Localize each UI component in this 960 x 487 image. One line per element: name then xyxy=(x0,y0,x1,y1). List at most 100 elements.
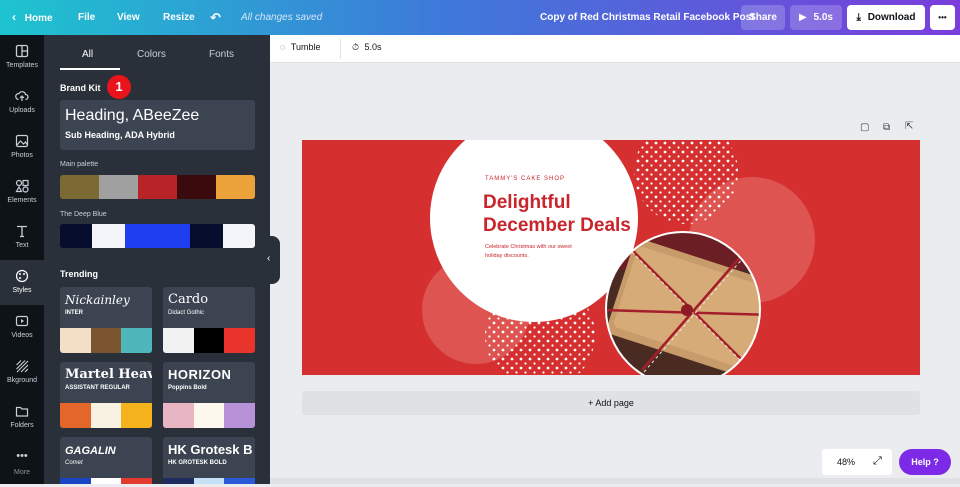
style-swatch xyxy=(91,478,121,484)
style-swatch xyxy=(224,403,255,428)
style-swatch xyxy=(224,478,255,484)
nav-background[interactable]: Bkground xyxy=(0,350,44,395)
nav-folders[interactable]: Folders xyxy=(0,395,44,440)
nav-templates[interactable]: Templates xyxy=(0,35,44,80)
play-icon: ▶ xyxy=(799,12,807,23)
style-swatch xyxy=(194,403,224,428)
zoom-level[interactable]: 48% xyxy=(837,457,855,467)
tab-colors[interactable]: Colors xyxy=(137,49,166,60)
palette-swatch[interactable] xyxy=(177,175,216,199)
tab-all[interactable]: All xyxy=(82,49,93,60)
style-subtitle: Poppins Bold xyxy=(168,385,207,391)
add-page-button[interactable]: + Add page xyxy=(302,391,920,415)
file-menu[interactable]: File xyxy=(78,0,95,35)
nav-label: Elements xyxy=(7,197,37,204)
trending-style-card[interactable]: Martel Heav ASSISTANT REGULAR xyxy=(60,362,152,428)
animation-button[interactable]: ◌ Tumble xyxy=(280,42,321,52)
deep-blue-label: The Deep Blue xyxy=(60,211,107,218)
nav-uploads[interactable]: Uploads xyxy=(0,80,44,125)
style-swatch xyxy=(163,403,194,428)
style-subtitle: INTER xyxy=(65,310,83,316)
download-button[interactable]: ⤓ Download xyxy=(847,5,925,30)
shop-name[interactable]: TAMMY'S CAKE SHOP xyxy=(485,176,565,182)
trending-style-card[interactable]: HK Grotesk B HK GROTESK BOLD xyxy=(163,437,255,484)
view-menu[interactable]: View xyxy=(117,0,140,35)
more-icon: ••• xyxy=(16,450,28,462)
main-palette-label: Main palette xyxy=(60,161,99,168)
palette-swatch[interactable] xyxy=(138,175,177,199)
style-title: HK Grotesk B xyxy=(168,442,253,457)
palette-swatch[interactable] xyxy=(216,175,255,199)
brand-kit-heading: Brand Kit xyxy=(60,83,101,93)
palette-swatch[interactable] xyxy=(99,175,138,199)
deep-blue-palette[interactable] xyxy=(60,224,255,248)
duplicate-page-icon[interactable]: ⧉ xyxy=(883,122,890,133)
body-line-1[interactable]: Celebrate Christmas with our sweet xyxy=(485,244,572,250)
nav-elements[interactable]: Elements xyxy=(0,170,44,215)
body-line-2[interactable]: holiday discounts. xyxy=(485,253,529,259)
nav-label: Templates xyxy=(6,62,38,69)
active-tab-underline xyxy=(60,68,120,70)
templates-icon xyxy=(15,44,29,58)
styles-icon xyxy=(15,269,29,283)
undo-icon[interactable]: ↶ xyxy=(210,0,221,35)
document-title[interactable]: Copy of Red Christmas Retail Facebook Po… xyxy=(540,0,755,35)
style-title: HORIZON xyxy=(168,367,232,382)
style-swatch xyxy=(60,478,91,484)
design-canvas[interactable]: TAMMY'S CAKE SHOP Delightful December De… xyxy=(302,140,920,375)
trending-style-card[interactable]: Cardo Didact Gothic xyxy=(163,287,255,353)
horizontal-scrollbar[interactable] xyxy=(270,478,960,484)
style-swatch xyxy=(163,478,194,484)
style-title: GAGALIN xyxy=(65,445,116,457)
more-options-button[interactable]: ••• xyxy=(930,5,955,30)
folders-icon xyxy=(15,406,29,417)
nav-more[interactable]: ••• More xyxy=(0,442,44,487)
fullscreen-icon[interactable]: ⤢ xyxy=(873,455,882,468)
left-nav: Templates Uploads Photos Elements Text S… xyxy=(0,35,44,484)
add-page-icon[interactable]: ⇱ xyxy=(905,121,913,132)
headline-line-1[interactable]: Delightful xyxy=(483,191,571,214)
brand-font-subheading: Sub Heading, ADA Hybrid xyxy=(65,130,175,140)
step-badge: 1 xyxy=(107,75,131,99)
trending-style-card[interactable]: Nickainley INTER xyxy=(60,287,152,353)
nav-label: Folders xyxy=(10,422,34,429)
palette-swatch[interactable] xyxy=(92,224,125,248)
palette-swatch[interactable] xyxy=(223,224,255,248)
download-icon: ⤓ xyxy=(856,12,861,23)
nav-styles[interactable]: Styles xyxy=(0,260,44,305)
tab-fonts[interactable]: Fonts xyxy=(209,49,234,60)
palette-swatch[interactable] xyxy=(60,175,99,199)
help-button[interactable]: Help ? xyxy=(899,449,951,475)
palette-swatch[interactable] xyxy=(60,224,92,248)
trending-style-card[interactable]: GAGALIN Comet xyxy=(60,437,152,484)
nav-label: Styles xyxy=(12,287,32,294)
trending-style-card[interactable]: HORIZON Poppins Bold xyxy=(163,362,255,428)
trending-heading: Trending xyxy=(60,269,98,279)
page-note-icon[interactable]: ▢ xyxy=(860,122,869,133)
palette-swatch[interactable] xyxy=(190,224,223,248)
brand-font-card[interactable]: Heading, ABeeZee Sub Heading, ADA Hybrid xyxy=(60,100,255,150)
main-palette[interactable] xyxy=(60,175,255,199)
style-swatch xyxy=(121,328,152,353)
nav-label: Bkground xyxy=(7,377,37,384)
duration-button[interactable]: ⏱ 5.0s xyxy=(352,42,382,53)
nav-videos[interactable]: Videos xyxy=(0,305,44,350)
home-button[interactable]: ‹ Home xyxy=(12,0,53,35)
editor-toolbar: ◌ Tumble ⏱ 5.0s xyxy=(270,35,960,63)
style-swatch xyxy=(60,403,91,428)
style-title: Cardo xyxy=(168,292,209,307)
nav-label: Photos xyxy=(11,152,33,159)
animation-icon: ◌ xyxy=(280,42,286,52)
collapse-panel-button[interactable]: ‹ xyxy=(262,236,280,284)
style-swatch xyxy=(163,328,194,353)
resize-menu[interactable]: Resize xyxy=(163,0,195,35)
nav-photos[interactable]: Photos xyxy=(0,125,44,170)
palette-swatch[interactable] xyxy=(125,224,190,248)
headline-line-2[interactable]: December Deals xyxy=(483,214,631,237)
share-button[interactable]: Share xyxy=(741,5,785,30)
style-swatch xyxy=(91,403,121,428)
save-status: All changes saved xyxy=(241,12,323,23)
style-title: Martel Heav xyxy=(65,367,152,382)
play-button[interactable]: ▶ 5.0s xyxy=(790,5,842,30)
nav-text[interactable]: Text xyxy=(0,215,44,260)
